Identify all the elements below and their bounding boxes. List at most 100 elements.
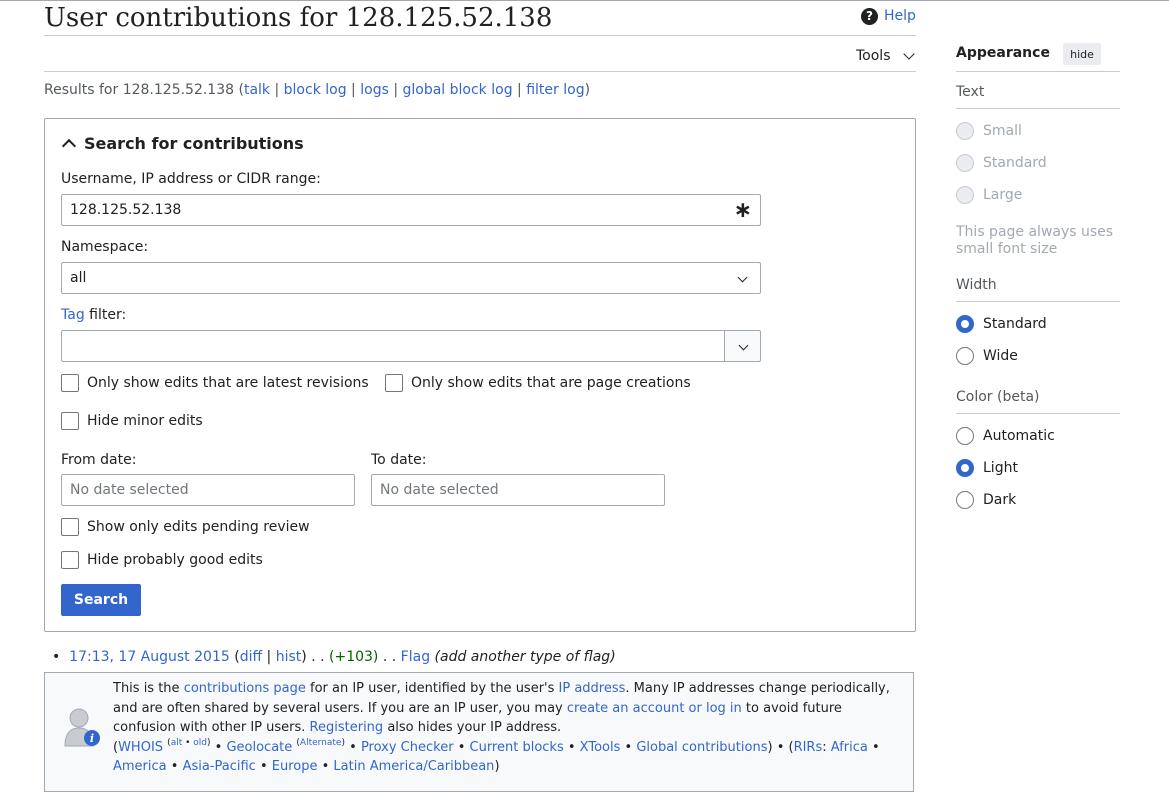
color-light-label: Light xyxy=(983,460,1018,476)
geolocate-alternate-link[interactable]: Alternate xyxy=(300,738,342,748)
hide-minor-checkbox[interactable] xyxy=(61,412,79,430)
to-date-input[interactable]: No date selected xyxy=(371,474,665,506)
pending-review-option[interactable]: Show only edits pending review xyxy=(61,518,310,536)
xtools-link[interactable]: XTools xyxy=(580,740,621,755)
chevron-down-icon xyxy=(738,340,749,351)
width-wide-radio[interactable] xyxy=(956,347,974,365)
chevron-up-icon xyxy=(61,138,77,154)
text-option-large: Large xyxy=(956,186,1022,204)
results-prefix: Results for 128.125.52.138 ( xyxy=(44,82,244,98)
page-title: User contributions for 128.125.52.138 xyxy=(44,3,553,33)
tag-link[interactable]: Tag xyxy=(61,307,85,323)
user-field-label: Username, IP address or CIDR range: xyxy=(61,171,321,187)
title-divider xyxy=(44,35,916,36)
search-legend-toggle[interactable]: Search for contributions xyxy=(60,132,304,154)
hist-link[interactable]: hist xyxy=(276,649,302,665)
latin-america-link[interactable]: Latin America/Caribbean xyxy=(333,759,494,774)
appearance-title: Appearance xyxy=(956,45,1050,61)
color-option-light[interactable]: Light xyxy=(956,459,1018,477)
geolocate-link[interactable]: Geolocate xyxy=(226,740,292,755)
whois-link[interactable]: WHOIS xyxy=(118,740,163,755)
namespace-select[interactable]: all xyxy=(61,262,761,294)
top-border xyxy=(0,0,1169,1)
to-date-label: To date: xyxy=(371,452,427,468)
bullet: • xyxy=(52,649,70,665)
color-automatic-radio[interactable] xyxy=(956,427,974,445)
hide-minor-option[interactable]: Hide minor edits xyxy=(61,412,203,430)
results-suffix: ) xyxy=(584,82,591,98)
search-button[interactable]: Search xyxy=(61,584,141,616)
talk-link[interactable]: talk xyxy=(244,82,270,98)
color-light-radio[interactable] xyxy=(956,459,974,477)
to-date-placeholder: No date selected xyxy=(380,482,499,498)
europe-link[interactable]: Europe xyxy=(272,759,318,774)
create-account-link[interactable]: create an account or log in xyxy=(567,701,742,716)
chevron-down-icon xyxy=(737,272,748,283)
page-creations-label: Only show edits that are page creations xyxy=(411,375,691,391)
global-contributions-link[interactable]: Global contributions xyxy=(636,740,767,755)
hide-good-checkbox[interactable] xyxy=(61,551,79,569)
africa-link[interactable]: Africa xyxy=(831,740,868,755)
user-input-value: 128.125.52.138 xyxy=(70,202,182,218)
tools-label: Tools xyxy=(856,48,891,64)
page-link[interactable]: Flag xyxy=(401,649,430,665)
latest-revisions-label: Only show edits that are latest revision… xyxy=(87,375,369,391)
page-creations-option[interactable]: Only show edits that are page creations xyxy=(385,374,691,392)
whois-alt-link[interactable]: alt xyxy=(171,738,183,748)
color-option-dark[interactable]: Dark xyxy=(956,491,1016,509)
hide-appearance-button[interactable]: hide xyxy=(1063,43,1101,65)
text-option-small: Small xyxy=(956,122,1022,140)
color-dark-radio[interactable] xyxy=(956,491,974,509)
from-date-input[interactable]: No date selected xyxy=(61,474,355,506)
asia-pacific-link[interactable]: Asia-Pacific xyxy=(183,759,256,774)
search-legend-label: Search for contributions xyxy=(84,133,304,153)
block-log-link[interactable]: block log xyxy=(284,82,347,98)
tag-filter-dropdown-button[interactable] xyxy=(724,330,761,362)
current-blocks-link[interactable]: Current blocks xyxy=(470,740,564,755)
from-date-label: From date: xyxy=(61,452,137,468)
text-divider xyxy=(956,108,1120,109)
latest-revisions-checkbox[interactable] xyxy=(61,374,79,392)
latest-revisions-option[interactable]: Only show edits that are latest revision… xyxy=(61,374,369,392)
tag-filter-label: Tag filter: xyxy=(61,306,126,324)
ip-notice-text: This is the contributions page for an IP… xyxy=(113,681,890,774)
ip-address-link[interactable]: IP address xyxy=(559,681,626,696)
logs-link[interactable]: logs xyxy=(360,82,389,98)
help-link[interactable]: ? Help xyxy=(861,6,916,26)
width-option-wide[interactable]: Wide xyxy=(956,347,1018,365)
hide-good-option[interactable]: Hide probably good edits xyxy=(61,551,263,569)
registering-link[interactable]: Registering xyxy=(310,720,384,735)
text-large-radio xyxy=(956,186,974,204)
color-divider xyxy=(956,413,1120,414)
from-date-placeholder: No date selected xyxy=(70,482,189,498)
proxy-checker-link[interactable]: Proxy Checker xyxy=(361,740,454,755)
edit-summary: (add another type of flag) xyxy=(434,649,616,665)
text-large-label: Large xyxy=(983,187,1023,203)
separator-dots: . . xyxy=(378,649,401,665)
page-creations-checkbox[interactable] xyxy=(385,374,403,392)
pending-review-checkbox[interactable] xyxy=(61,518,79,536)
contributions-page-link[interactable]: contributions page xyxy=(184,681,306,696)
help-icon: ? xyxy=(861,7,878,25)
width-standard-radio[interactable] xyxy=(956,315,974,333)
color-option-automatic[interactable]: Automatic xyxy=(956,427,1055,445)
width-divider xyxy=(956,301,1120,302)
america-link[interactable]: America xyxy=(113,759,167,774)
hide-good-label: Hide probably good edits xyxy=(87,552,263,568)
text-standard-radio xyxy=(956,154,974,172)
required-asterisk-icon: ∗ xyxy=(733,198,752,223)
text-small-label: Small xyxy=(983,123,1022,139)
size-change: (+103) xyxy=(329,649,379,665)
width-wide-label: Wide xyxy=(983,348,1018,364)
tag-filter-input[interactable] xyxy=(61,330,725,362)
rirs-link[interactable]: RIRs xyxy=(794,740,823,755)
diff-link[interactable]: diff xyxy=(240,649,262,665)
text-option-standard: Standard xyxy=(956,154,1047,172)
global-block-log-link[interactable]: global block log xyxy=(403,82,513,98)
tools-dropdown[interactable]: Tools xyxy=(856,46,915,66)
revision-timestamp-link[interactable]: 17:13, 17 August 2015 xyxy=(69,649,230,665)
width-option-standard[interactable]: Standard xyxy=(956,315,1047,333)
filter-log-link[interactable]: filter log xyxy=(526,82,584,98)
whois-old-link[interactable]: old xyxy=(193,738,207,748)
user-input[interactable]: 128.125.52.138 ∗ xyxy=(61,194,761,226)
